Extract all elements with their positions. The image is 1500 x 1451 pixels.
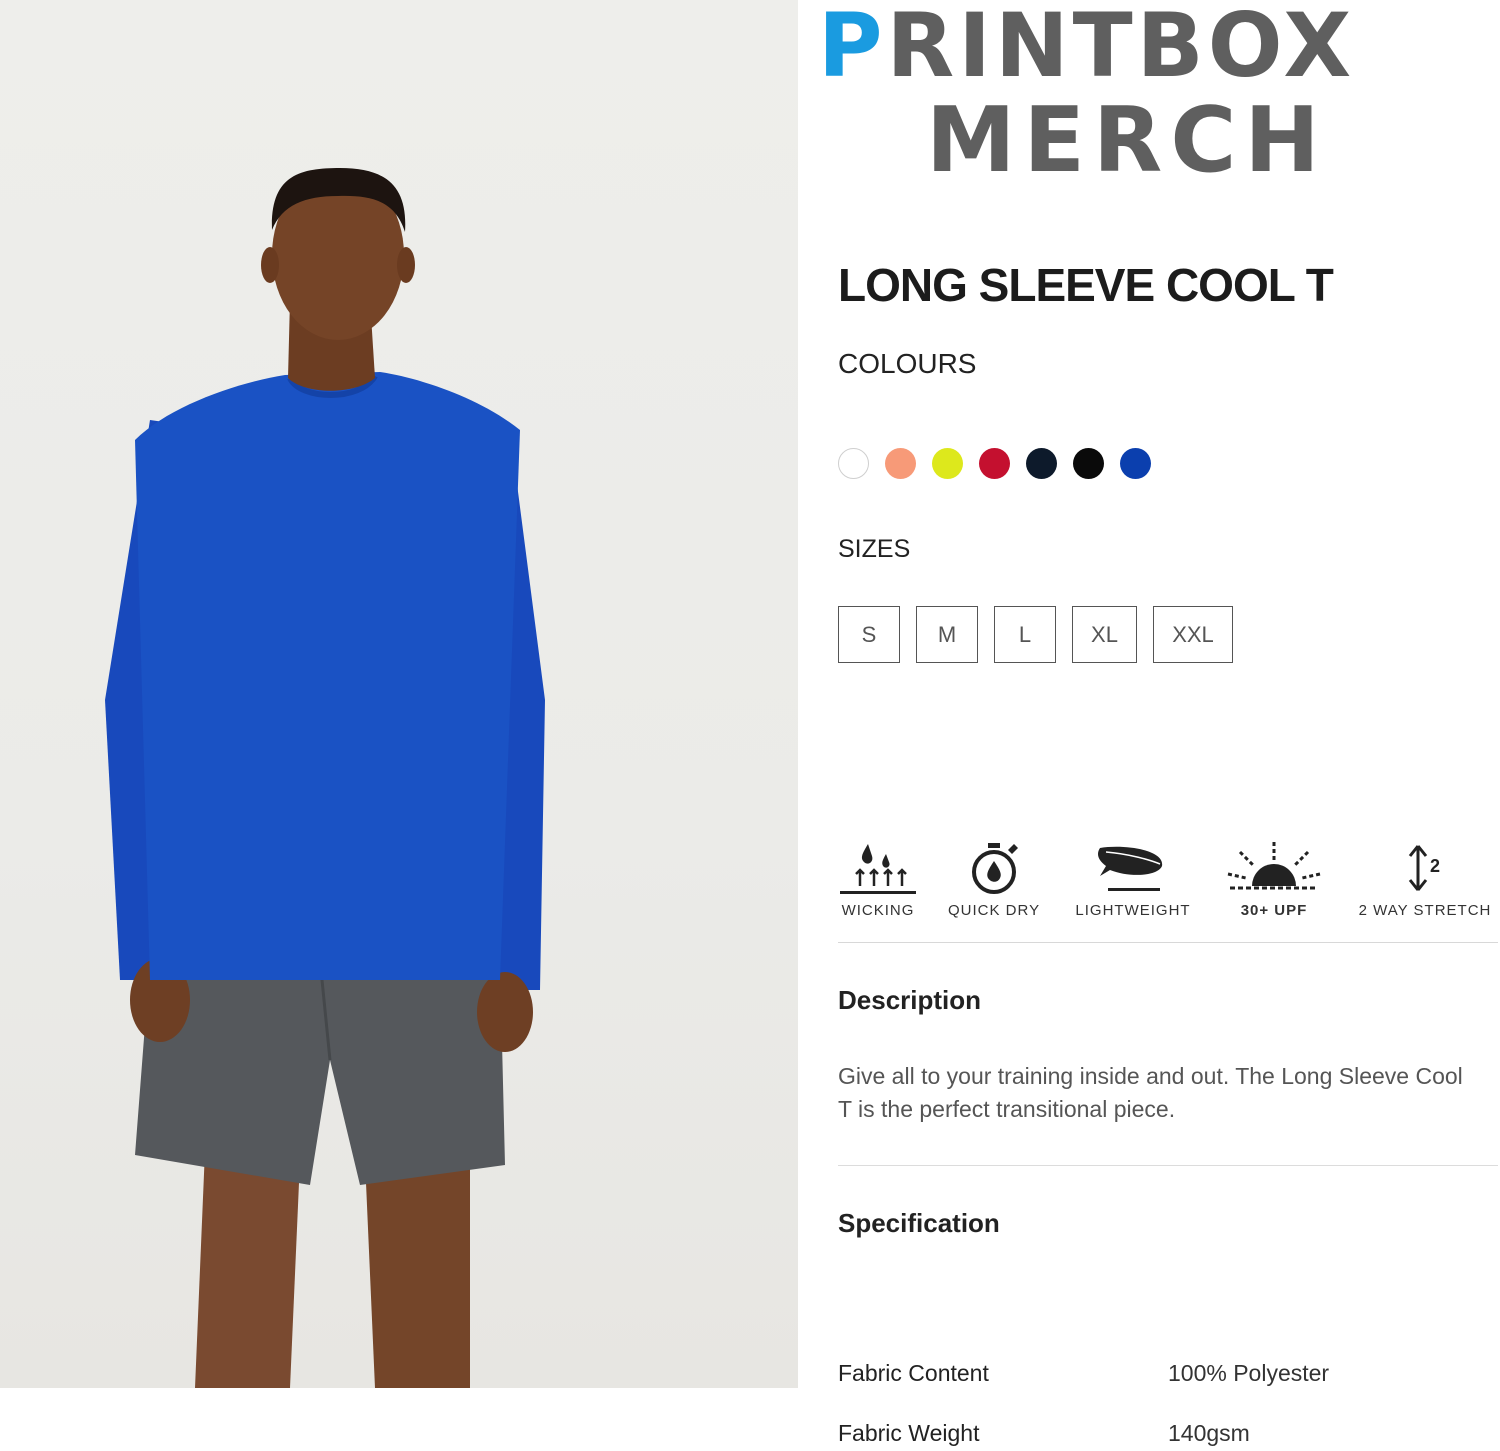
size-button-s[interactable]: S	[838, 606, 900, 663]
model-illustration	[105, 168, 545, 1388]
sun-icon	[1227, 842, 1321, 890]
colour-swatch-yellow[interactable]	[932, 448, 963, 479]
colour-swatch-navy[interactable]	[1026, 448, 1057, 479]
colour-swatches	[838, 448, 1151, 479]
logo-line-merch: MERCH	[926, 88, 1328, 193]
feature-wicking: WICKING	[838, 840, 918, 919]
colour-swatch-royal-blue[interactable]	[1120, 448, 1151, 479]
size-button-m[interactable]: M	[916, 606, 978, 663]
description-heading: Description	[838, 985, 982, 1015]
stopwatch-drop-icon	[972, 843, 1018, 894]
colour-swatch-coral[interactable]	[885, 448, 916, 479]
feather-icon	[1098, 846, 1163, 891]
size-button-xxl[interactable]: XXL	[1153, 606, 1233, 663]
stretch-arrow-icon: 2	[1408, 845, 1440, 891]
specification-heading: Specification	[838, 1208, 1000, 1238]
feature-label: QUICK DRY	[948, 902, 1041, 919]
brand-logo: PRINTBOX MERCH	[818, 0, 1500, 200]
feature-upf: 30+ UPF	[1226, 840, 1322, 919]
sizes-label: SIZES	[838, 535, 911, 563]
feature-two-way-stretch: 2 2 WAY STRETCH	[1352, 840, 1498, 919]
feature-label: WICKING	[841, 902, 915, 919]
size-options: S M L XL XXL	[838, 606, 1233, 663]
size-button-xl[interactable]: XL	[1072, 606, 1137, 663]
logo-line-printbox: PRINTBOX	[818, 0, 1356, 97]
section-divider	[838, 1165, 1498, 1166]
spec-value: 140gsm	[1168, 1420, 1250, 1446]
colour-swatch-red[interactable]	[979, 448, 1010, 479]
product-photo	[0, 0, 798, 1388]
colours-label: COLOURS	[838, 348, 977, 379]
wicking-icon	[840, 844, 916, 894]
size-button-l[interactable]: L	[994, 606, 1056, 663]
spec-key: Fabric Weight	[838, 1420, 980, 1446]
feature-label: 30+ UPF	[1240, 902, 1308, 919]
svg-text:2: 2	[1430, 856, 1440, 876]
spec-key: Fabric Content	[838, 1360, 989, 1386]
feature-label: 2 WAY STRETCH	[1358, 902, 1492, 919]
feature-icons-row: WICKING QUICK DRY LIGHTWEIGHT 30+ UPF 2 …	[838, 840, 1498, 943]
feature-label: LIGHTWEIGHT	[1075, 902, 1191, 919]
spec-value: 100% Polyester	[1168, 1360, 1330, 1386]
colour-swatch-black[interactable]	[1073, 448, 1104, 479]
colour-swatch-white[interactable]	[838, 448, 869, 479]
product-title: LONG SLEEVE COOL T	[838, 259, 1334, 311]
feature-lightweight: LIGHTWEIGHT	[1070, 840, 1196, 919]
feature-quick-dry: QUICK DRY	[948, 840, 1040, 919]
description-text: Give all to your training inside and out…	[838, 1063, 1463, 1122]
